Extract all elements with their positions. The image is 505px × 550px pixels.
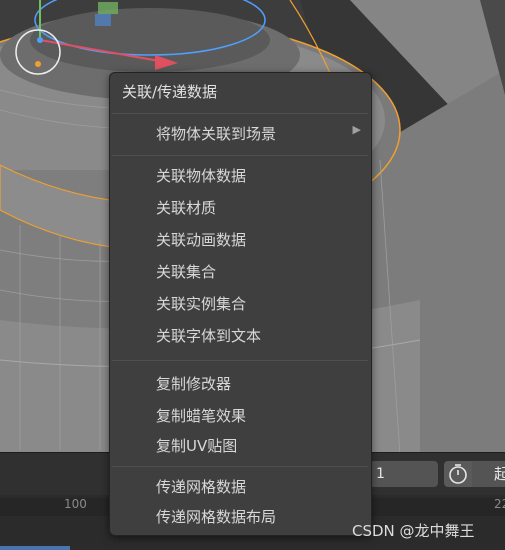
menu-item-link-object-data[interactable]: 关联物体数据 <box>156 165 246 186</box>
menu-divider <box>112 155 368 156</box>
menu-divider <box>112 113 368 114</box>
stopwatch-icon[interactable] <box>444 461 472 487</box>
menu-item-transfer-mesh-data[interactable]: 传递网格数据 <box>156 476 246 497</box>
timeline-scrollbar[interactable] <box>0 546 70 550</box>
menu-divider <box>112 466 368 467</box>
menu-item-link-materials[interactable]: 关联材质 <box>156 197 216 218</box>
menu-item-link-fonts-to-text[interactable]: 关联字体到文本 <box>156 325 261 346</box>
ruler-label-right: 220 <box>494 497 505 511</box>
menu-item-copy-uv-maps[interactable]: 复制UV贴图 <box>156 435 237 456</box>
watermark: CSDN @龙中舞王 <box>352 522 475 540</box>
start-frame-field[interactable]: 起 <box>472 461 505 487</box>
link-transfer-data-menu: 关联/传递数据 将物体关联到场景 ▶ 关联物体数据 关联材质 关联动画数据 关联… <box>109 72 372 536</box>
menu-title: 关联/传递数据 <box>122 83 218 101</box>
submenu-arrow-icon: ▶ <box>352 123 361 136</box>
menu-item-link-animation-data[interactable]: 关联动画数据 <box>156 229 246 250</box>
menu-item-link-objects-to-scene[interactable]: 将物体关联到场景 <box>156 123 276 144</box>
menu-item-transfer-mesh-data-layout[interactable]: 传递网格数据布局 <box>156 506 276 527</box>
menu-item-link-instance-collections[interactable]: 关联实例集合 <box>156 293 246 314</box>
frame-field[interactable]: 1 <box>368 461 438 487</box>
menu-divider <box>112 360 368 361</box>
menu-item-link-collections[interactable]: 关联集合 <box>156 261 216 282</box>
ruler-label-left: 100 <box>64 497 87 511</box>
menu-item-copy-grease-pencil-effects[interactable]: 复制蜡笔效果 <box>156 405 246 426</box>
menu-item-copy-modifiers[interactable]: 复制修改器 <box>156 373 231 394</box>
